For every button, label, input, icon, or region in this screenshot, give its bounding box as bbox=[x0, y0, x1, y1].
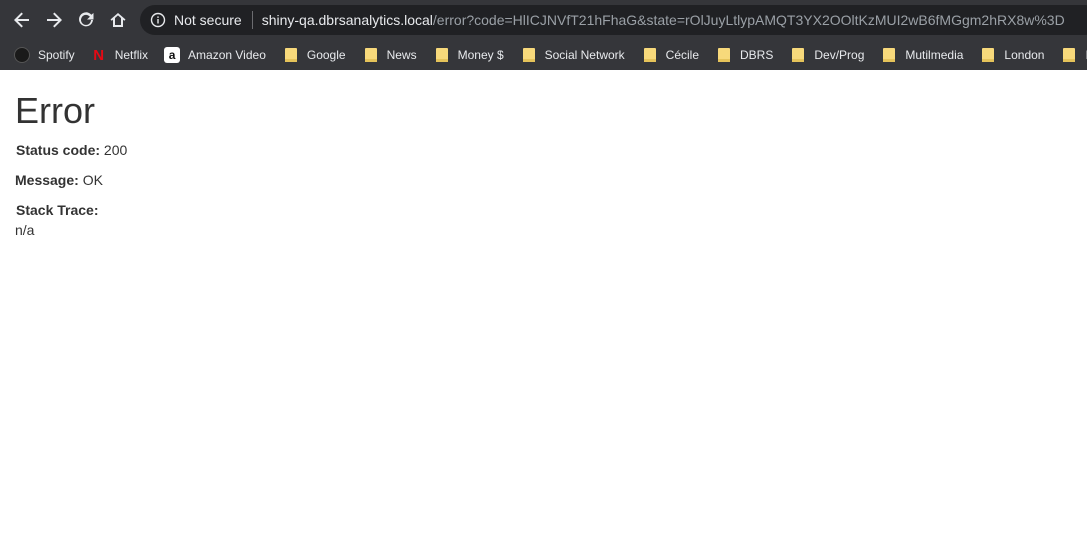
folder-icon bbox=[434, 47, 450, 63]
page-title: Error bbox=[15, 90, 95, 131]
status-code-row: Status code: 200 bbox=[16, 140, 127, 160]
stack-trace-label-row: Stack Trace: bbox=[16, 200, 99, 220]
bookmark-label: Netflix bbox=[114, 48, 149, 62]
page-content: Error Status code: 200 Message: OK Stack… bbox=[0, 70, 1087, 545]
folder-icon bbox=[790, 47, 806, 63]
bookmark-label: London bbox=[1004, 48, 1045, 62]
status-code-label: Status code: bbox=[16, 142, 101, 158]
reload-button[interactable] bbox=[74, 8, 98, 32]
folder-icon bbox=[881, 47, 897, 63]
bookmark-amazon-video[interactable]: a Amazon Video bbox=[164, 40, 273, 70]
bookmark-folder-london[interactable]: London bbox=[980, 40, 1051, 70]
stack-trace-value: n/a bbox=[15, 222, 35, 238]
netflix-icon: N bbox=[93, 46, 105, 64]
bookmark-netflix[interactable]: N Netflix bbox=[91, 40, 155, 70]
folder-icon bbox=[980, 47, 996, 63]
bookmark-spotify[interactable]: Spotify bbox=[14, 40, 82, 70]
forward-button[interactable] bbox=[42, 8, 66, 32]
browser-toolbar: Not secure shiny-qa.dbrsanalytics.local /… bbox=[0, 0, 1087, 40]
message-label: Message: bbox=[15, 172, 79, 188]
home-button[interactable] bbox=[106, 8, 130, 32]
bookmark-label: Mutilmedia bbox=[905, 48, 964, 62]
bookmark-folder-google[interactable]: Google bbox=[283, 40, 353, 70]
status-code-value: 200 bbox=[103, 142, 128, 158]
bookmark-label: Spotify bbox=[38, 48, 75, 62]
folder-icon bbox=[283, 47, 299, 63]
amazon-icon: a bbox=[164, 47, 181, 63]
arrow-left-icon bbox=[14, 12, 29, 28]
bookmark-label: Social Network bbox=[544, 48, 625, 62]
back-button[interactable] bbox=[10, 8, 34, 32]
address-bar[interactable]: Not secure shiny-qa.dbrsanalytics.local /… bbox=[140, 5, 1087, 35]
bookmark-label: DBRS bbox=[740, 48, 774, 62]
message-value: OK bbox=[82, 172, 103, 188]
security-label[interactable]: Not secure bbox=[174, 12, 242, 28]
bookmark-label: Google bbox=[306, 48, 346, 62]
folder-icon bbox=[716, 47, 732, 63]
folder-icon bbox=[521, 47, 537, 63]
bookmark-folder-mutilmedia[interactable]: Mutilmedia bbox=[881, 40, 970, 70]
arrow-right-icon bbox=[47, 12, 62, 28]
stack-trace-label: Stack Trace: bbox=[16, 202, 99, 218]
bookmarks-bar: Spotify N Netflix a Amazon Video Google … bbox=[0, 40, 1087, 70]
folder-icon bbox=[363, 47, 379, 63]
folder-icon bbox=[642, 47, 658, 63]
folder-icon bbox=[1061, 47, 1077, 63]
bookmark-folder-social-network[interactable]: Social Network bbox=[521, 40, 632, 70]
info-icon[interactable] bbox=[150, 12, 166, 28]
bookmark-label: Dev/Prog bbox=[814, 48, 865, 62]
bookmark-folder-dev-prog[interactable]: Dev/Prog bbox=[790, 40, 871, 70]
home-icon bbox=[110, 13, 126, 27]
bookmark-label: News bbox=[386, 48, 417, 62]
url-host[interactable]: shiny-qa.dbrsanalytics.local bbox=[262, 12, 433, 28]
omnibox-divider bbox=[251, 11, 253, 29]
bookmark-label: Money $ bbox=[457, 48, 504, 62]
bookmark-folder-dbrs[interactable]: DBRS bbox=[716, 40, 780, 70]
reload-icon bbox=[79, 12, 94, 27]
bookmark-folder-id[interactable]: ID bbox=[1061, 40, 1087, 70]
bookmark-folder-money[interactable]: Money $ bbox=[434, 40, 511, 70]
url-path[interactable]: /error?code=HlICJNVfT21hFhaG&state=rOlJu… bbox=[433, 12, 1065, 28]
bookmark-label: Amazon Video bbox=[188, 48, 266, 62]
message-row: Message: OK bbox=[15, 170, 103, 190]
spotify-icon bbox=[14, 47, 30, 63]
bookmark-folder-news[interactable]: News bbox=[363, 40, 424, 70]
bookmark-label: Cécile bbox=[665, 48, 700, 62]
bookmark-folder-cecile[interactable]: Cécile bbox=[642, 40, 706, 70]
